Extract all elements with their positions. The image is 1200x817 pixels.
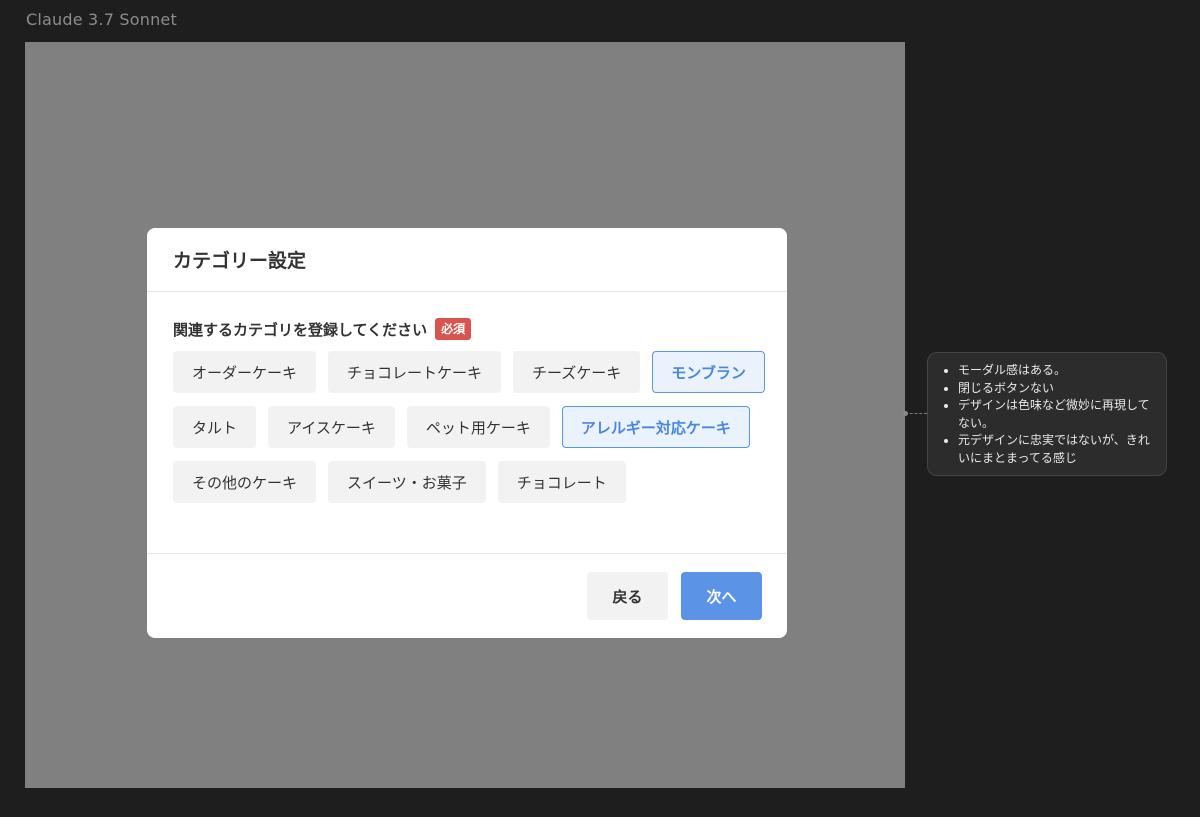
category-tag[interactable]: タルト <box>173 406 257 448</box>
category-tag[interactable]: ペット用ケーキ <box>406 406 550 448</box>
category-tag[interactable]: チョコレート <box>497 461 626 503</box>
annotation-connector <box>905 413 927 414</box>
design-frame: カテゴリー設定 関連するカテゴリを登録してください 必須 オーダーケーキ チョコ… <box>25 42 905 788</box>
required-badge: 必須 <box>435 318 472 340</box>
category-modal: カテゴリー設定 関連するカテゴリを登録してください 必須 オーダーケーキ チョコ… <box>147 228 787 638</box>
question-label: 関連するカテゴリを登録してください <box>173 320 428 339</box>
annotation-anchor-dot <box>903 411 908 416</box>
modal-body: 関連するカテゴリを登録してください 必須 オーダーケーキ チョコレートケーキ チ… <box>147 292 787 554</box>
next-button[interactable]: 次へ <box>681 572 762 620</box>
category-tag[interactable]: アレルギー対応ケーキ <box>561 406 750 448</box>
category-tag[interactable]: スイーツ・お菓子 <box>328 461 486 503</box>
category-tag[interactable]: チョコレートケーキ <box>328 351 502 393</box>
frame-title: Claude 3.7 Sonnet <box>26 10 177 29</box>
category-tag[interactable]: チーズケーキ <box>513 351 641 393</box>
question-row: 関連するカテゴリを登録してください 必須 <box>173 317 761 341</box>
annotation-item: デザインは色味など微妙に再現してない。 <box>958 397 1154 432</box>
category-tag[interactable]: オーダーケーキ <box>173 351 317 393</box>
category-tag[interactable]: アイスケーキ <box>268 406 395 448</box>
category-tag[interactable]: その他のケーキ <box>173 461 317 503</box>
modal-footer: 戻る 次へ <box>147 554 787 638</box>
annotation-item: 元デザインに忠実ではないが、きれいにまとまってる感じ <box>958 432 1154 467</box>
annotation-item: 閉じるボタンない <box>958 380 1154 398</box>
annotation-list: モーダル感はある。 閉じるボタンない デザインは色味など微妙に再現してない。 元… <box>942 362 1154 467</box>
modal-title: カテゴリー設定 <box>173 250 307 272</box>
back-button[interactable]: 戻る <box>587 572 668 620</box>
annotation-note: モーダル感はある。 閉じるボタンない デザインは色味など微妙に再現してない。 元… <box>927 352 1167 476</box>
modal-header: カテゴリー設定 <box>147 228 787 292</box>
category-tag[interactable]: モンブラン <box>652 351 765 393</box>
annotation-item: モーダル感はある。 <box>958 362 1154 380</box>
category-tag-list: オーダーケーキ チョコレートケーキ チーズケーキ モンブラン タルト アイスケー… <box>173 351 773 503</box>
